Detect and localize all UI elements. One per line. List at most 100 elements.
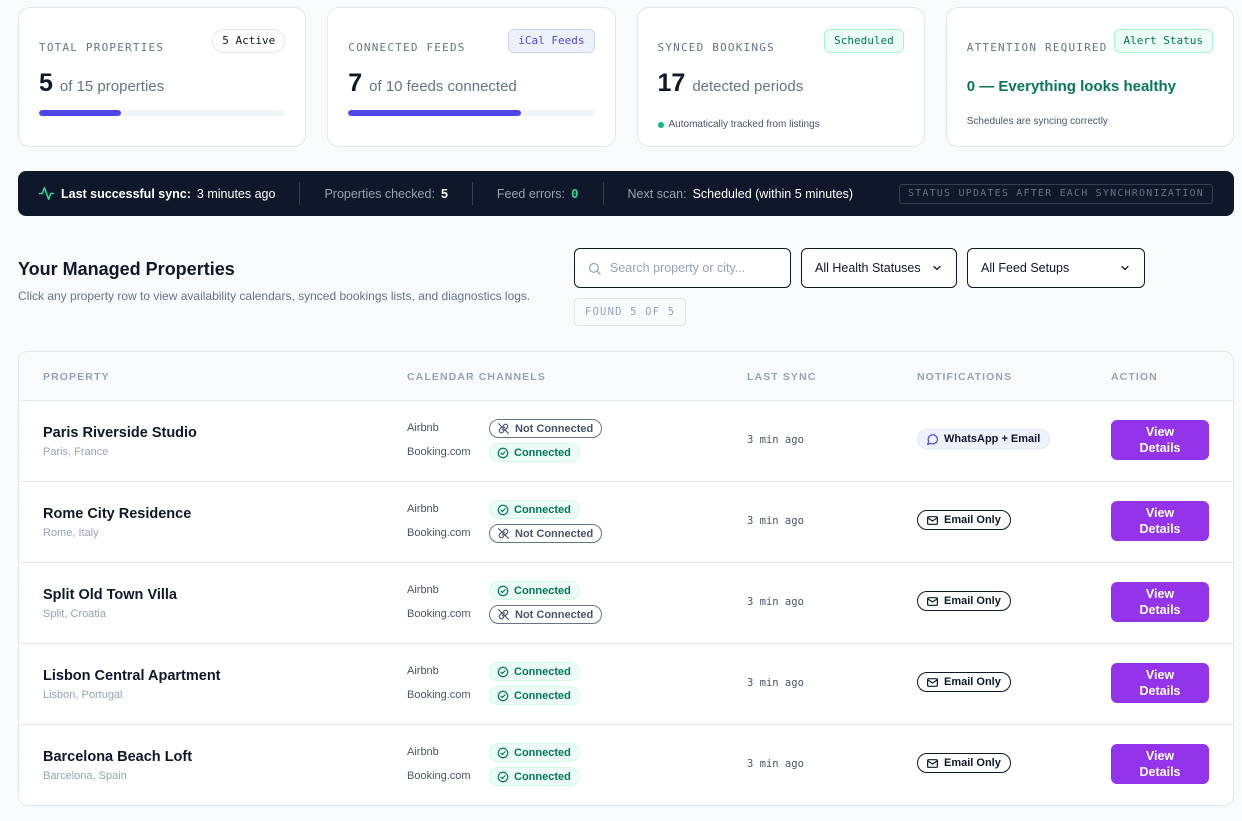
mail-icon (926, 514, 939, 527)
property-location: Barcelona, Spain (43, 770, 127, 782)
feed-setup-select[interactable]: All Feed Setups (967, 248, 1145, 288)
view-details-label: View Details (1139, 425, 1181, 455)
card-label: CONNECTED FEEDS (348, 41, 466, 54)
header-channels: CALENDAR CHANNELS (407, 371, 546, 383)
card-note: Automatically tracked from listings (657, 119, 820, 130)
card-note: Schedules are syncing correctly (966, 116, 1108, 127)
last-sync-time: 3 min ago (747, 515, 804, 527)
card-value-suffix: detected periods (692, 78, 804, 95)
check-circle-icon (497, 447, 509, 459)
table-row[interactable]: Paris Riverside Studio Paris, France Airbn… (19, 401, 1233, 482)
channel-booking: Booking.com (407, 446, 471, 458)
table-header: PROPERTY CALENDAR CHANNELS LAST SYNC NOT… (19, 352, 1233, 401)
chat-bubble-icon (926, 433, 939, 446)
notification-badge: Email Only (917, 591, 1011, 611)
results-count: FOUND 5 OF 5 (574, 298, 687, 326)
search-input[interactable] (610, 261, 780, 275)
channel-booking: Booking.com (407, 608, 471, 620)
channel-status: Not Connected (515, 422, 594, 435)
view-details-label: View Details (1139, 668, 1181, 698)
channel-airbnb: Airbnb (407, 665, 439, 677)
channel-status: Connected (514, 584, 571, 597)
active-badge: 5 Active (212, 29, 286, 53)
properties-checked-segment: Properties checked: 5 (299, 182, 471, 205)
health-headline: 0 — Everything looks healthy (966, 78, 1176, 95)
channel-airbnb: Airbnb (407, 584, 439, 596)
not-connected-pill: Not Connected (489, 524, 603, 543)
check-circle-icon (497, 771, 509, 783)
channel-airbnb: Airbnb (407, 746, 439, 758)
connected-feeds-card: CONNECTED FEEDS iCal Feeds 7 of 10 feeds… (327, 7, 616, 147)
progress-fill (39, 110, 121, 116)
check-circle-icon (497, 666, 509, 678)
notification-label: Email Only (944, 676, 1001, 688)
not-connected-pill: Not Connected (489, 605, 603, 624)
table-row[interactable]: Split Old Town Villa Split, Croatia Airbnb… (19, 563, 1233, 644)
status-dot-icon (657, 121, 664, 128)
view-details-button[interactable]: View Details (1111, 420, 1209, 460)
errors-label: Feed errors: (496, 186, 565, 201)
errors-value: 0 (570, 186, 579, 201)
card-value-suffix: of 15 properties (59, 78, 165, 95)
table-body: Paris Riverside Studio Paris, France Airbn… (19, 401, 1233, 805)
last-sync-label: Last successful sync: (61, 186, 191, 201)
channel-booking: Booking.com (407, 527, 471, 539)
next-label: Next scan: (627, 186, 687, 201)
last-sync-time: 3 min ago (747, 758, 804, 770)
ical-badge: iCal Feeds (508, 29, 595, 53)
property-location: Lisbon, Portugal (43, 689, 123, 701)
properties-table: PROPERTY CALENDAR CHANNELS LAST SYNC NOT… (18, 351, 1234, 806)
search-box[interactable] (574, 248, 791, 288)
next-scan-segment: Next scan: Scheduled (within 5 minutes) (602, 182, 878, 205)
total-properties-card: TOTAL PROPERTIES 5 Active 5 of 15 proper… (18, 7, 307, 147)
checked-label: Properties checked: (324, 186, 435, 201)
card-note-text: Automatically tracked from listings (668, 119, 820, 130)
notification-label: Email Only (944, 595, 1001, 607)
header-property: PROPERTY (43, 371, 110, 383)
scheduled-badge: Scheduled (824, 29, 904, 53)
connected-pill: Connected (489, 743, 580, 762)
view-details-label: View Details (1139, 506, 1181, 536)
stat-cards: TOTAL PROPERTIES 5 Active 5 of 15 proper… (18, 7, 1234, 147)
view-details-button[interactable]: View Details (1111, 582, 1209, 622)
table-row[interactable]: Barcelona Beach Loft Barcelona, Spain Airb… (19, 725, 1233, 805)
table-row[interactable]: Rome City Residence Rome, Italy Airbnb Conn… (19, 482, 1233, 563)
check-circle-icon (497, 504, 509, 516)
view-details-button[interactable]: View Details (1111, 744, 1209, 784)
properties-progress (39, 110, 286, 116)
channel-status: Connected (514, 770, 571, 783)
notification-badge: Email Only (917, 753, 1011, 773)
table-row[interactable]: Lisbon Central Apartment Lisbon, Portugal… (19, 644, 1233, 725)
pulse-icon (38, 185, 55, 202)
search-icon (587, 261, 602, 276)
health-status-select[interactable]: All Health Statuses (801, 248, 957, 288)
property-name: Lisbon Central Apartment (43, 668, 221, 684)
unlink-icon (497, 608, 510, 621)
channel-status: Connected (514, 689, 571, 702)
channel-booking: Booking.com (407, 770, 471, 782)
next-value: Scheduled (within 5 minutes) (692, 186, 854, 201)
section-description: Click any property row to view availabil… (18, 289, 531, 303)
attention-required-card: ATTENTION REQUIRED Alert Status 0 — Ever… (945, 7, 1234, 147)
view-details-button[interactable]: View Details (1111, 663, 1209, 703)
last-sync-segment: Last successful sync: 3 minutes ago (38, 182, 299, 205)
card-label: TOTAL PROPERTIES (39, 41, 165, 54)
notification-label: Email Only (944, 757, 1001, 769)
synced-bookings-card: SYNCED BOOKINGS Scheduled 17 detected pe… (636, 7, 925, 147)
chevron-down-icon (1119, 262, 1131, 274)
card-value: 5 of 15 properties (39, 69, 164, 98)
view-details-button[interactable]: View Details (1111, 501, 1209, 541)
checked-value: 5 (440, 186, 448, 201)
last-sync-time: 3 min ago (747, 596, 804, 608)
channel-status: Connected (514, 746, 571, 759)
connected-pill: Connected (489, 686, 580, 705)
property-name: Split Old Town Villa (43, 587, 177, 603)
progress-fill (348, 110, 521, 116)
chevron-down-icon (931, 262, 943, 274)
header-action: ACTION (1111, 371, 1158, 383)
property-location: Paris, France (43, 446, 109, 458)
unlink-icon (497, 527, 510, 540)
channel-booking: Booking.com (407, 689, 471, 701)
channel-status: Not Connected (515, 527, 594, 540)
view-details-label: View Details (1139, 587, 1181, 617)
